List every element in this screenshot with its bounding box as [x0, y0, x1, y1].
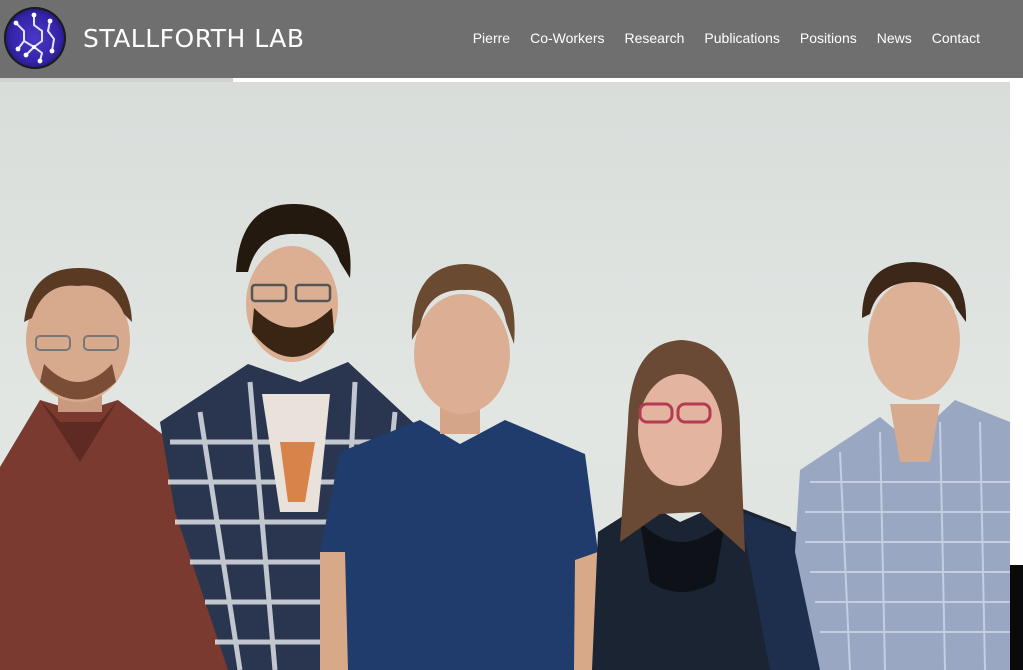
nav-item-co-workers[interactable]: Co-Workers: [530, 30, 604, 46]
nav-item-contact[interactable]: Contact: [932, 30, 980, 46]
nav-item-news[interactable]: News: [877, 30, 912, 46]
site-header: STALLFORTH LAB Pierre Co-Workers Researc…: [0, 0, 1023, 78]
nav-item-pierre[interactable]: Pierre: [473, 30, 510, 46]
corner-block: [1010, 565, 1023, 670]
lab-logo-icon[interactable]: [4, 7, 66, 69]
person-3: [320, 264, 600, 670]
nav-item-positions[interactable]: Positions: [800, 30, 857, 46]
person-5: [795, 262, 1010, 670]
nav-item-research[interactable]: Research: [625, 30, 685, 46]
nav-item-publications[interactable]: Publications: [704, 30, 780, 46]
site-title[interactable]: STALLFORTH LAB: [83, 22, 305, 56]
group-photo: [0, 82, 1010, 670]
main-nav: Pierre Co-Workers Research Publications …: [473, 26, 980, 50]
